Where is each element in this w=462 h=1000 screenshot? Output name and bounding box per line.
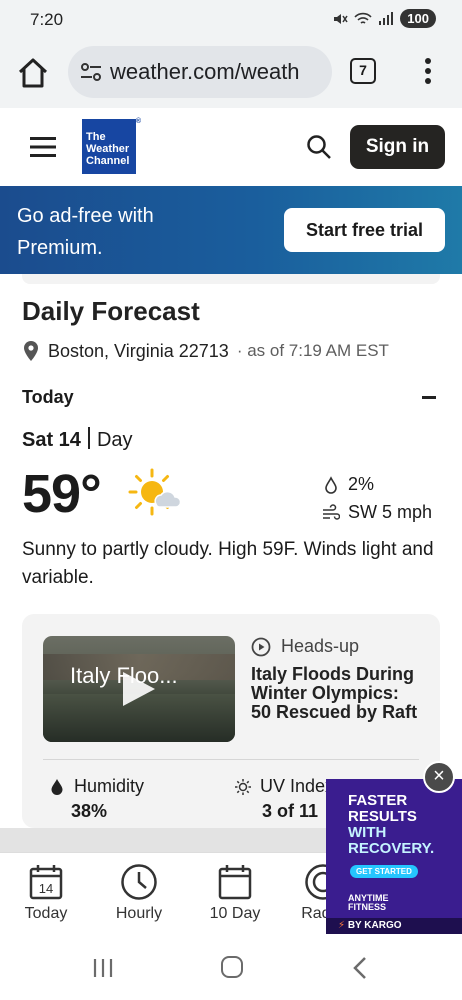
page-title: Daily Forecast [22,296,200,326]
forecast-period: Day [96,429,133,451]
ad-headline-line-4: RECOVERY. [348,840,435,857]
humidity-label-row: Humidity [48,776,144,797]
ad-sponsor-text: BY KARGO [347,920,402,931]
status-bar: 7:20 100 [0,0,462,40]
wind-icon [323,503,340,520]
clock-icon [121,864,157,900]
ad-brand-logo: ANYTIME FITNESS [348,894,389,912]
ad-brand-line-2: FITNESS [348,902,387,912]
url-text[interactable]: weather.com/weath [110,59,300,85]
location-name: Boston, Virginia 22713 [48,340,229,361]
ad-sponsor-bar: ⚡ BY KARGO [326,918,462,934]
play-icon[interactable] [123,672,155,706]
location-pin-icon [24,341,38,361]
home-nav-button[interactable] [221,956,243,978]
as-of-timestamp: · as of 7:19 AM EST [236,341,389,360]
humidity-drop-icon [51,778,63,795]
play-circle-icon [251,637,271,656]
mute-icon [334,13,348,24]
hamburger-menu-icon[interactable] [30,136,56,158]
previous-card-edge [22,274,440,284]
advertisement[interactable]: FASTER RESULTS WITH RECOVERY. GET STARTE… [326,779,462,934]
browser-menu-icon[interactable] [418,56,438,86]
tab-switcher-button[interactable]: 7 [350,58,376,84]
ad-headline-line-3: WITH [348,824,387,841]
bolt-icon: ⚡ [338,920,346,931]
date-separator [87,427,90,449]
signal-icon [379,11,394,25]
uv-index-label-row: UV Index [234,776,334,797]
collapse-icon[interactable] [422,396,436,399]
precipitation-chance: 2% [348,474,375,494]
ad-get-started-button[interactable]: GET STARTED [350,865,418,878]
search-icon[interactable] [306,134,332,160]
uv-sun-icon [235,778,251,795]
forecast-date: Sat 14 [22,429,81,451]
site-settings-icon[interactable] [80,62,102,82]
ad-headline: FASTER RESULTS WITH RECOVERY. [348,793,434,857]
site-header: The Weather Channel ® Sign in [0,108,462,186]
calendar-day-icon: 14 [29,865,63,900]
weather-channel-logo[interactable]: The Weather Channel ® [82,118,141,174]
calendar-icon [218,865,252,900]
uv-index-label: UV Index [260,776,335,796]
premium-banner-text: Go ad-free with Premium. [17,205,154,259]
address-bar[interactable]: weather.com/weath [68,46,332,98]
sign-in-button[interactable]: Sign in [350,125,445,169]
date-row: Sat 14 Day [22,427,133,452]
nav-label-today: Today [24,905,68,922]
humidity-label: Humidity [74,776,145,796]
ad-headline-line-1: FASTER [348,792,408,809]
nav-item-today[interactable]: 14 Today [11,863,81,923]
premium-banner: Go ad-free with Premium. Start free tria… [0,186,462,274]
partly-sunny-icon [128,468,182,516]
uv-index-value: 3 of 11 [262,801,319,821]
home-icon[interactable] [16,56,50,90]
system-navigation-bar [0,934,462,1000]
start-free-trial-button[interactable]: Start free trial [284,208,445,252]
humidity-value: 38% [71,801,108,821]
today-section-label: Today [22,387,74,407]
video-thumbnail[interactable]: Italy Floo... [43,636,235,742]
nav-item-hourly[interactable]: Hourly [104,863,174,923]
headsup-label: Heads-up [281,636,360,656]
headsup-label-row: Heads-up [251,636,359,657]
status-icons: 100 [332,9,436,28]
battery-indicator: 100 [400,9,436,28]
ad-close-button[interactable]: × [423,761,455,793]
ad-headline-line-2: RESULTS [348,808,417,825]
headsup-headline[interactable]: Italy Floods During Winter Olympics: 50 … [251,665,421,722]
logo-registered-mark: ® [135,118,141,125]
nav-label-10-day: 10 Day [209,905,261,922]
raindrop-icon [325,475,337,494]
nav-item-10-day[interactable]: 10 Day [200,863,270,923]
browser-toolbar: weather.com/weath 7 [0,40,462,108]
precipitation-row: 2% [322,474,374,495]
back-icon[interactable] [352,956,368,980]
calendar-day-number: 14 [39,881,53,896]
card-divider [43,759,419,760]
logo-text: The Weather Channel [86,131,130,167]
wind-value: SW 5 mph [348,502,433,522]
location-row: Boston, Virginia 22713 · as of 7:19 AM E… [22,340,389,362]
recent-apps-icon[interactable] [92,958,114,978]
status-time: 7:20 [30,10,64,29]
wind-row: SW 5 mph [322,502,432,523]
nav-label-hourly: Hourly [115,905,163,922]
forecast-narrative: Sunny to partly cloudy. High 59F. Winds … [22,539,434,588]
wifi-icon [354,12,372,24]
temperature-value: 59° [22,464,102,524]
